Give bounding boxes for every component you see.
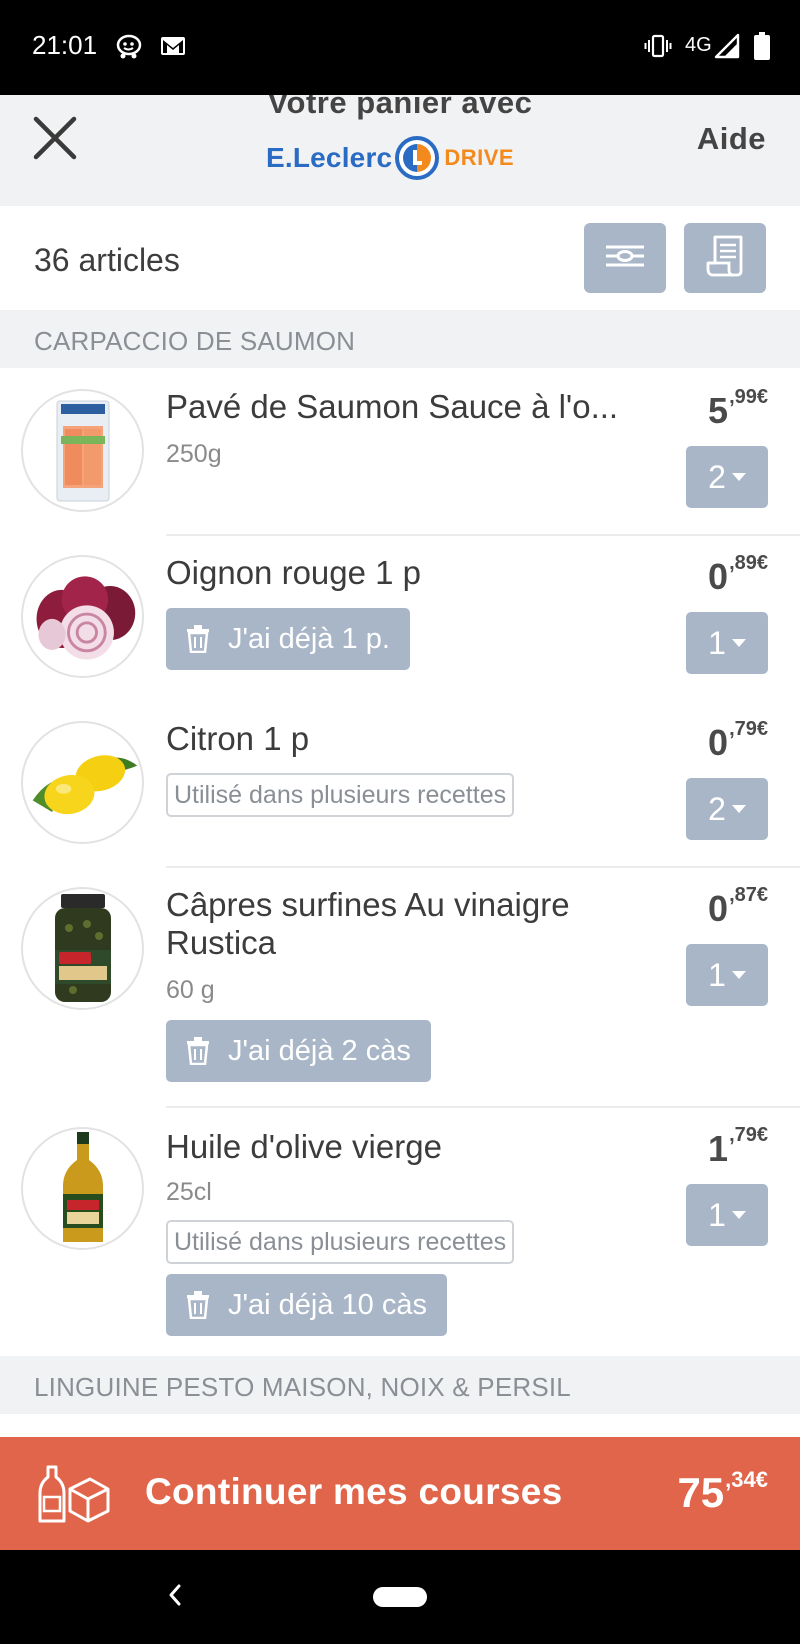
waze-icon: [114, 32, 144, 60]
product-name: Oignon rouge 1 p: [166, 554, 422, 591]
quantity-select[interactable]: 1: [686, 1184, 768, 1246]
price-dec: ,99€: [729, 386, 768, 408]
back-icon: [167, 1582, 183, 1613]
caret-down-icon: [731, 805, 746, 813]
multi-recipe-tag: Utilisé dans plusieurs recettes: [166, 773, 515, 817]
product-image: [21, 1127, 144, 1250]
quantity-value: 1: [708, 956, 726, 993]
filter-icon: [604, 241, 646, 276]
quantity-select[interactable]: 2: [686, 446, 768, 508]
gmail-icon: [158, 32, 188, 60]
trash-icon: [186, 625, 210, 653]
trash-icon: [186, 1291, 210, 1319]
groceries-icon: [38, 1463, 110, 1530]
system-nav-bar: [0, 1550, 800, 1644]
price-int: 0: [708, 888, 729, 929]
receipt-button[interactable]: [684, 223, 766, 293]
product-price: 5,99€: [708, 386, 768, 432]
price-dec: ,79€: [729, 718, 768, 740]
product-price: 0,79€: [708, 718, 768, 764]
quantity-select[interactable]: 1: [686, 612, 768, 674]
cart-item[interactable]: Citron 1 p Utilisé dans plusieurs recett…: [0, 700, 800, 866]
total-dec: ,34€: [725, 1467, 768, 1492]
product-name: Pavé de Saumon Sauce à l'o...: [166, 388, 619, 425]
price-dec: ,89€: [729, 552, 768, 574]
leclerc-logo-icon: [395, 136, 440, 180]
close-icon: [32, 115, 78, 166]
divider: [166, 534, 800, 536]
quantity-value: 1: [708, 624, 726, 661]
total-int: 75: [677, 1469, 725, 1516]
logo-drive: DRIVE: [444, 145, 515, 170]
status-bar: 21:01 4G: [0, 0, 800, 95]
cart-toolbar: 36 articles: [0, 206, 800, 310]
divider: [166, 866, 800, 868]
product-name: Huile d'olive vierge: [166, 1128, 442, 1165]
filter-button[interactable]: [584, 223, 666, 293]
receipt-icon: [705, 235, 745, 282]
back-button[interactable]: [160, 1580, 190, 1614]
divider: [166, 1106, 800, 1108]
cart-item[interactable]: Câpres surfines Au vinaigre Rustica 60 g…: [0, 866, 800, 1106]
product-quantity: 60 g: [166, 976, 215, 1004]
already-have-button[interactable]: J'ai déjà 1 p.: [166, 608, 410, 670]
price-int: 1: [708, 1128, 729, 1169]
vibrate-icon: [643, 32, 673, 60]
section-header: CARPACCIO DE SAUMON: [0, 310, 800, 368]
product-image: [21, 555, 144, 678]
cart-item[interactable]: Pavé de Saumon Sauce à l'o... 250g 5,99€…: [0, 368, 800, 534]
product-quantity: 250g: [166, 440, 222, 468]
article-count: 36 articles: [34, 242, 180, 278]
section-title: CARPACCIO DE SAUMON: [34, 326, 356, 356]
logo-brand: E.Leclerc: [266, 142, 393, 173]
price-dec: ,79€: [729, 1124, 768, 1146]
quantity-value: 2: [708, 790, 726, 827]
price-int: 5: [708, 390, 729, 431]
already-have-label: J'ai déjà 1 p.: [228, 622, 390, 655]
cart-total: 75,34€: [677, 1467, 768, 1517]
already-have-label: J'ai déjà 10 càs: [228, 1288, 427, 1321]
price-int: 0: [708, 556, 729, 597]
product-quantity: 25cl: [166, 1178, 212, 1206]
product-price: 1,79€: [708, 1124, 768, 1170]
caret-down-icon: [731, 1211, 746, 1219]
section-title: LINGUINE PESTO MAISON, NOIX & PERSIL: [34, 1372, 571, 1402]
price-dec: ,87€: [729, 884, 768, 906]
close-button[interactable]: [24, 109, 86, 171]
product-image: [21, 887, 144, 1010]
trash-icon: [186, 1037, 210, 1065]
caret-down-icon: [731, 971, 746, 979]
header: Votre panier avec E.Leclerc DRIVE Aide: [0, 95, 800, 206]
already-have-label: J'ai déjà 2 càs: [228, 1034, 411, 1067]
quantity-select[interactable]: 2: [686, 778, 768, 840]
continue-label: Continuer mes courses: [145, 1471, 563, 1512]
signal-icon: [712, 32, 742, 60]
price-int: 0: [708, 722, 729, 763]
help-link[interactable]: Aide: [697, 121, 766, 157]
section-header: LINGUINE PESTO MAISON, NOIX & PERSIL: [0, 1356, 800, 1414]
page-title: Votre panier avec: [267, 95, 533, 120]
cart-item[interactable]: Huile d'olive vierge 25cl Utilisé dans p…: [0, 1106, 800, 1356]
product-image: [21, 721, 144, 844]
quantity-value: 2: [708, 458, 726, 495]
product-image: [21, 389, 144, 512]
product-price: 0,89€: [708, 552, 768, 598]
product-price: 0,87€: [708, 884, 768, 930]
caret-down-icon: [731, 473, 746, 481]
caret-down-icon: [731, 639, 746, 647]
continue-shopping-button[interactable]: Continuer mes courses 75,34€: [0, 1437, 800, 1550]
home-pill-icon[interactable]: [373, 1587, 427, 1607]
network-type: 4G: [685, 34, 712, 56]
multi-recipe-tag: Utilisé dans plusieurs recettes: [166, 1220, 515, 1264]
battery-icon: [752, 32, 772, 60]
quantity-select[interactable]: 1: [686, 944, 768, 1006]
quantity-value: 1: [708, 1196, 726, 1233]
already-have-button[interactable]: J'ai déjà 2 càs: [166, 1020, 431, 1082]
status-time: 21:01: [32, 30, 98, 60]
already-have-button[interactable]: J'ai déjà 10 càs: [166, 1274, 447, 1336]
cart-item[interactable]: Oignon rouge 1 p J'ai déjà 1 p. 0,89€ 1: [0, 534, 800, 700]
product-name: Câpres surfines Au vinaigre Rustica: [166, 886, 570, 961]
product-name: Citron 1 p: [166, 720, 310, 757]
leclerc-drive-logo: E.Leclerc DRIVE: [266, 135, 514, 181]
